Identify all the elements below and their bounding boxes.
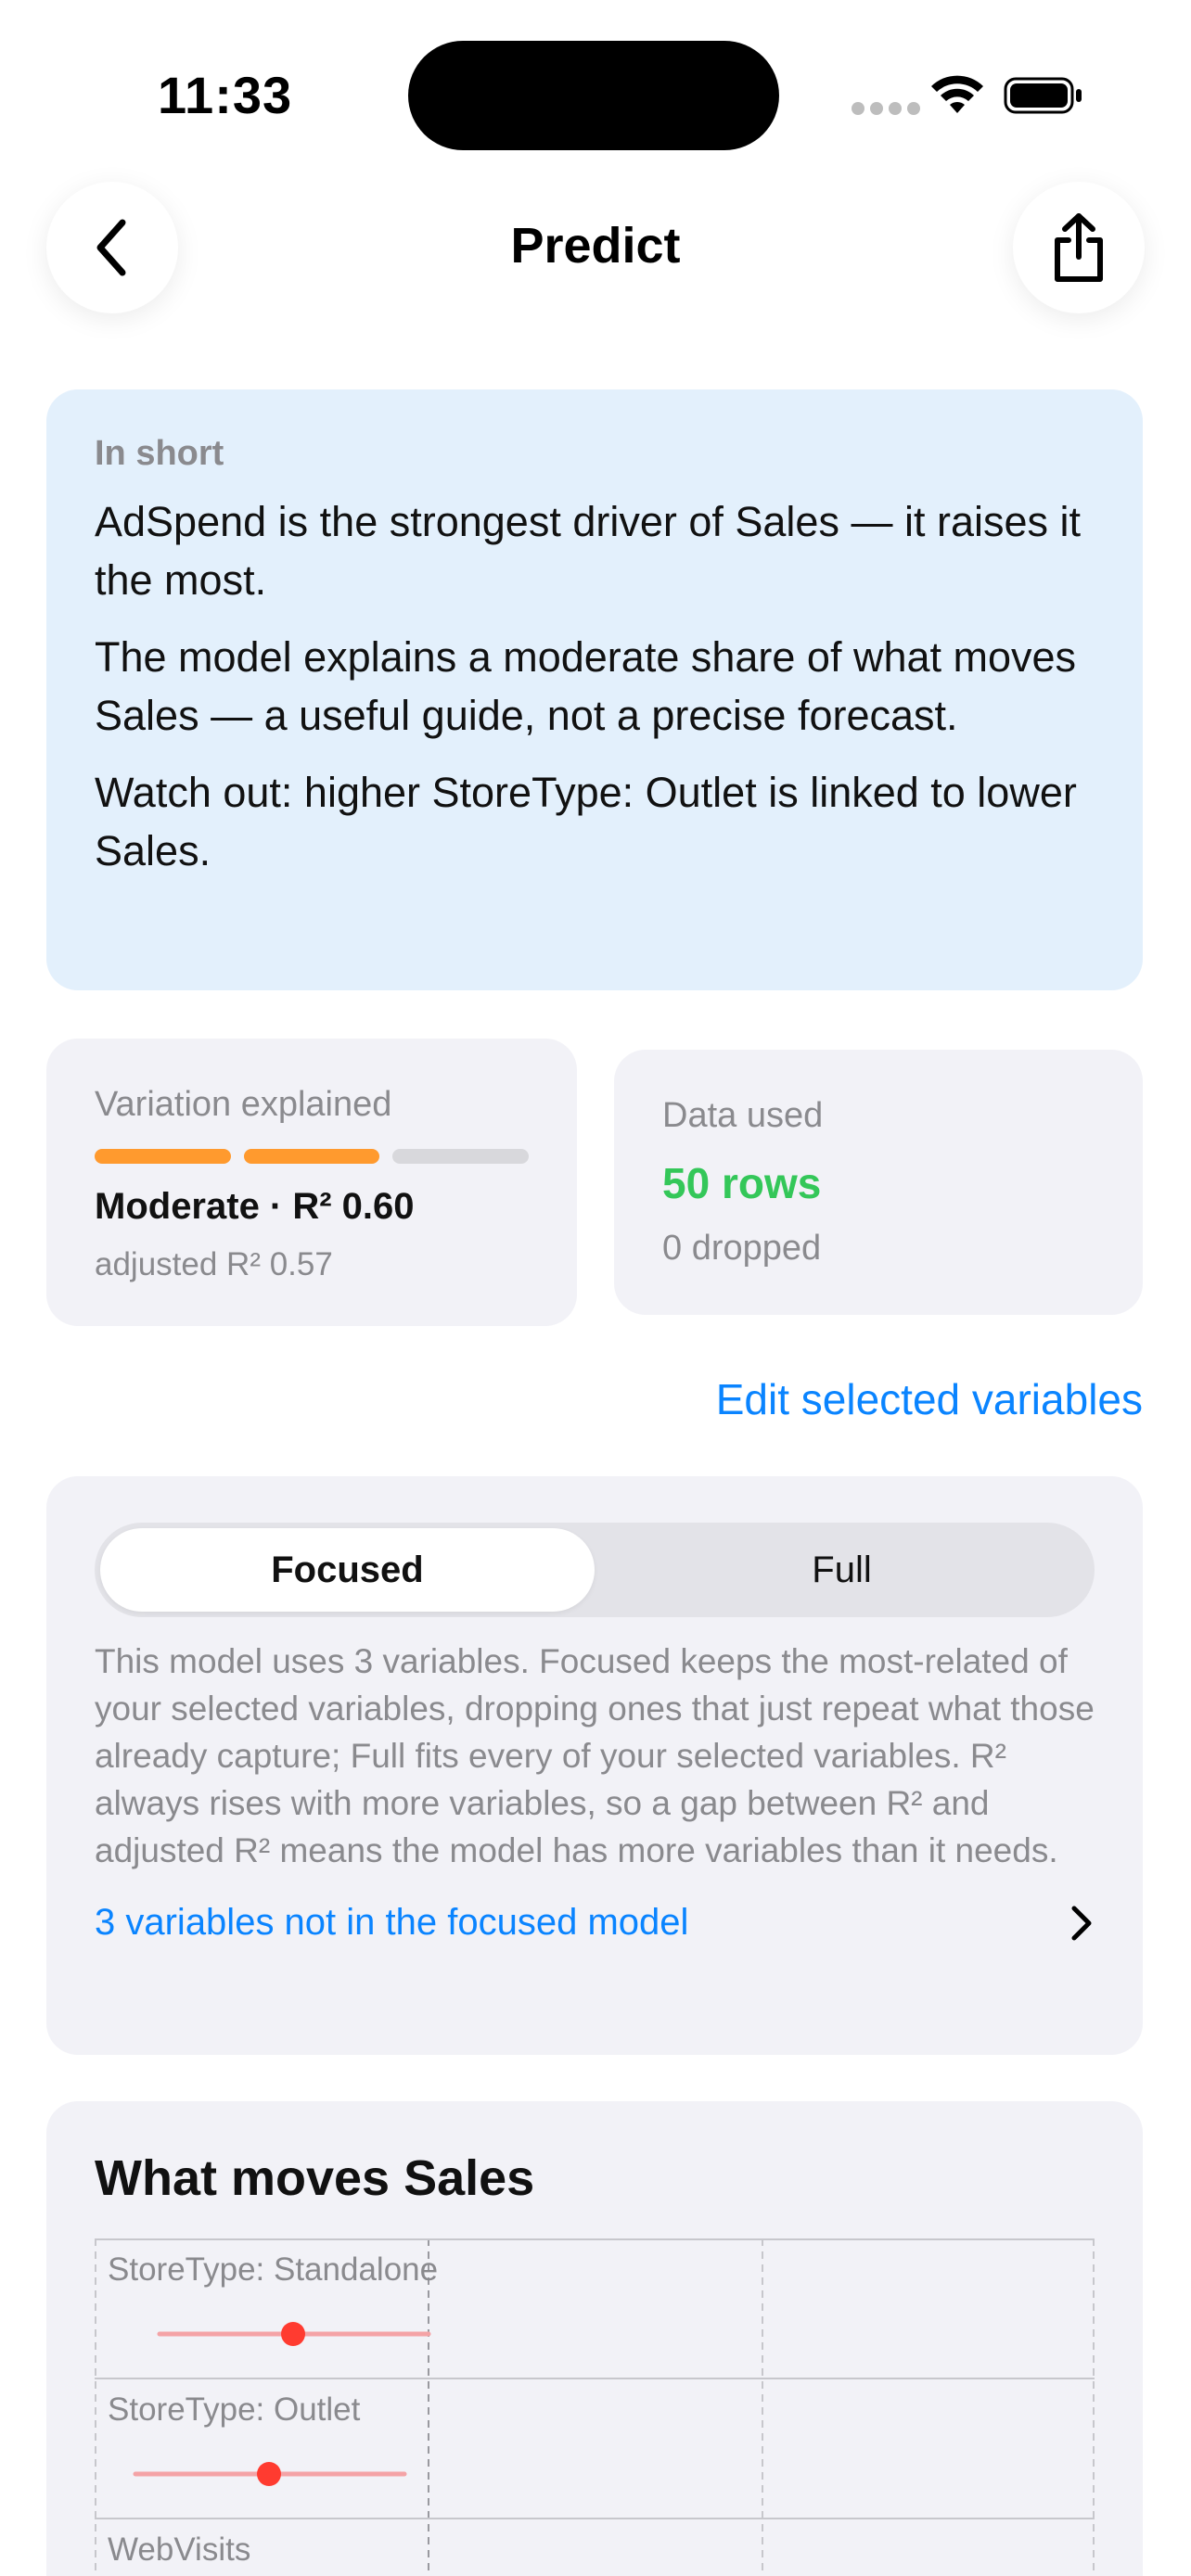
cellular-signal-icon — [852, 102, 920, 115]
variation-label: Variation explained — [95, 1085, 392, 1124]
battery-icon — [1004, 77, 1082, 114]
estimate-dot-standalone — [281, 2322, 305, 2346]
tab-full[interactable]: Full — [595, 1528, 1089, 1612]
dropped-count: 0 dropped — [662, 1229, 822, 1268]
tab-focused[interactable]: Focused — [100, 1528, 595, 1612]
summary-line: The model explains a moderate share of w… — [95, 633, 1077, 739]
variation-explained-card: Variation explained Moderate · R² 0.60 a… — [46, 1039, 577, 1326]
dynamic-island — [408, 41, 779, 150]
rows-count: 50 rows — [662, 1159, 822, 1207]
drivers-card: What moves Sales StoreType: Standalone S… — [46, 2101, 1143, 2576]
summary-line: Watch out: higher StoreType: Outlet is l… — [95, 769, 1077, 874]
adjusted-r2: adjusted R² 0.57 — [95, 1246, 333, 1282]
summary-label: In short — [95, 434, 224, 473]
edit-selected-variables-link[interactable]: Edit selected variables — [716, 1374, 1143, 1424]
variation-level: Moderate · R² 0.60 — [95, 1186, 415, 1227]
estimate-dot-outlet — [257, 2462, 281, 2486]
summary-card: In short AdSpend is the strongest driver… — [46, 389, 1143, 990]
share-icon — [1055, 213, 1103, 282]
driver-label: StoreType: Outlet — [108, 2391, 361, 2428]
predict-screen: 11:33 Predict In short AdSpend is the st… — [0, 0, 1191, 2576]
model-segmented-control: Focused Full — [95, 1523, 1095, 1617]
excluded-variables-row[interactable]: 3 variables not in the focused model — [95, 1902, 1095, 1944]
summary-line: AdSpend is the strongest driver of Sales… — [95, 498, 1081, 604]
driver-label: StoreType: Standalone — [108, 2251, 439, 2288]
share-button[interactable] — [1013, 182, 1145, 313]
meter-segment — [392, 1149, 530, 1164]
meter-segment — [243, 1149, 380, 1164]
model-description: This model uses 3 variables. Focused kee… — [95, 1642, 1095, 1869]
driver-label: WebVisits — [108, 2531, 251, 2568]
data-used-card: Data used 50 rows 0 dropped — [614, 1050, 1143, 1315]
status-time: 11:33 — [158, 66, 293, 124]
wifi-icon — [931, 75, 983, 113]
model-card: Focused Full This model uses 3 variables… — [46, 1476, 1143, 2055]
variation-meter — [95, 1149, 530, 1164]
drivers-chart: StoreType: Standalone StoreType: Outlet … — [95, 2238, 1095, 2576]
meter-segment — [95, 1149, 231, 1164]
chevron-right-icon — [1071, 1906, 1092, 1940]
drivers-title: What moves Sales — [95, 2150, 535, 2206]
data-used-label: Data used — [662, 1096, 824, 1135]
excluded-variables-link[interactable]: 3 variables not in the focused model — [95, 1902, 688, 1944]
